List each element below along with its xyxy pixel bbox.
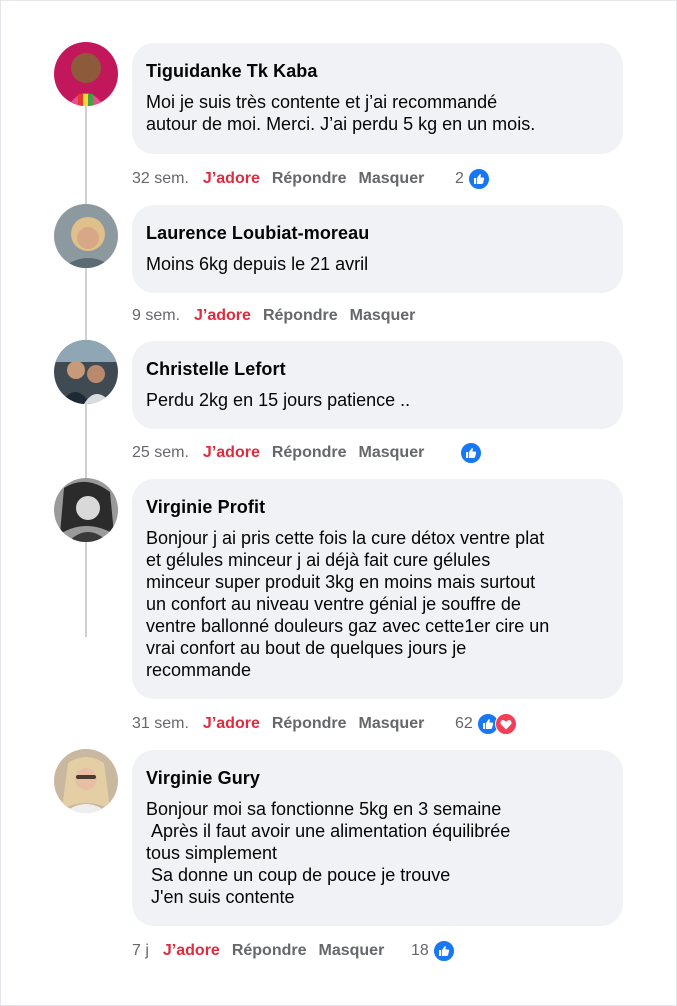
comment-author[interactable]: Christelle Lefort — [146, 358, 607, 380]
love-reaction-button[interactable]: J’adore — [194, 307, 251, 325]
comment-actions: 32 sem. J’adore Répondre Masquer — [132, 167, 424, 191]
avatar[interactable] — [54, 478, 118, 542]
comment-author[interactable]: Virginie Profit — [146, 496, 607, 518]
comment-text: Bonjour j ai pris cette fois la cure dét… — [146, 528, 550, 680]
comment-actions: 25 sem. J’adore Répondre Masquer — [132, 441, 424, 465]
reaction-count: 18 — [411, 942, 429, 959]
love-reaction-button[interactable]: J’adore — [203, 170, 260, 188]
hide-button[interactable]: Masquer — [359, 444, 425, 462]
love-reaction-button[interactable]: J’adore — [203, 715, 260, 733]
like-icon — [432, 940, 455, 962]
avatar[interactable] — [54, 749, 118, 813]
comment-author[interactable]: Virginie Gury — [146, 767, 607, 789]
hide-button[interactable]: Masquer — [359, 715, 425, 733]
comment-bubble: Laurence Loubiat-moreau Moins 6kg depuis… — [132, 205, 623, 293]
reaction-count: 62 — [455, 715, 473, 732]
comment-time[interactable]: 25 sem. — [132, 444, 189, 462]
like-icon — [460, 442, 482, 464]
reply-button[interactable]: Répondre — [272, 715, 347, 733]
comment-bubble: Virginie Profit Bonjour j ai pris cette … — [132, 479, 623, 699]
comment-text: Moins 6kg depuis le 21 avril — [146, 254, 369, 274]
like-icon — [467, 168, 490, 190]
reaction-count: 2 — [455, 170, 464, 187]
hide-button[interactable]: Masquer — [350, 307, 416, 325]
comment-text: Bonjour moi sa fonctionne 5kg en 3 semai… — [146, 799, 511, 907]
hide-button[interactable]: Masquer — [319, 942, 385, 960]
love-icon — [494, 713, 517, 735]
comment-bubble: Christelle Lefort Perdu 2kg en 15 jours … — [132, 341, 623, 429]
comment-time[interactable]: 32 sem. — [132, 170, 189, 188]
reaction-summary[interactable]: 2 — [455, 167, 490, 191]
reply-button[interactable]: Répondre — [263, 307, 338, 325]
comment-time[interactable]: 31 sem. — [132, 715, 189, 733]
comment-actions: 31 sem. J’adore Répondre Masquer — [132, 712, 424, 736]
comment-text: Moi je suis très contente et j’ai recomm… — [146, 92, 536, 134]
avatar[interactable] — [54, 204, 118, 268]
comment-text: Perdu 2kg en 15 jours patience .. — [146, 390, 411, 410]
avatar[interactable] — [54, 340, 118, 404]
comment-time[interactable]: 9 sem. — [132, 307, 180, 325]
love-reaction-button[interactable]: J’adore — [163, 942, 220, 960]
comment-author[interactable]: Laurence Loubiat-moreau — [146, 222, 607, 244]
reply-button[interactable]: Répondre — [232, 942, 307, 960]
hide-button[interactable]: Masquer — [359, 170, 425, 188]
comment-time[interactable]: 7 j — [132, 942, 149, 960]
love-reaction-button[interactable]: J’adore — [203, 444, 260, 462]
comment-bubble: Virginie Gury Bonjour moi sa fonctionne … — [132, 750, 623, 926]
comment-bubble: Tiguidanke Tk Kaba Moi je suis très cont… — [132, 43, 623, 154]
reply-button[interactable]: Répondre — [272, 170, 347, 188]
comment-author[interactable]: Tiguidanke Tk Kaba — [146, 60, 607, 82]
reaction-summary[interactable]: 62 — [455, 712, 517, 736]
reply-button[interactable]: Répondre — [272, 444, 347, 462]
comment-actions: 9 sem. J’adore Répondre Masquer — [132, 304, 415, 328]
avatar[interactable] — [54, 42, 118, 106]
reaction-summary[interactable] — [460, 441, 482, 465]
reaction-summary[interactable]: 18 — [411, 939, 455, 963]
comment-actions: 7 j J’adore Répondre Masquer — [132, 939, 384, 963]
